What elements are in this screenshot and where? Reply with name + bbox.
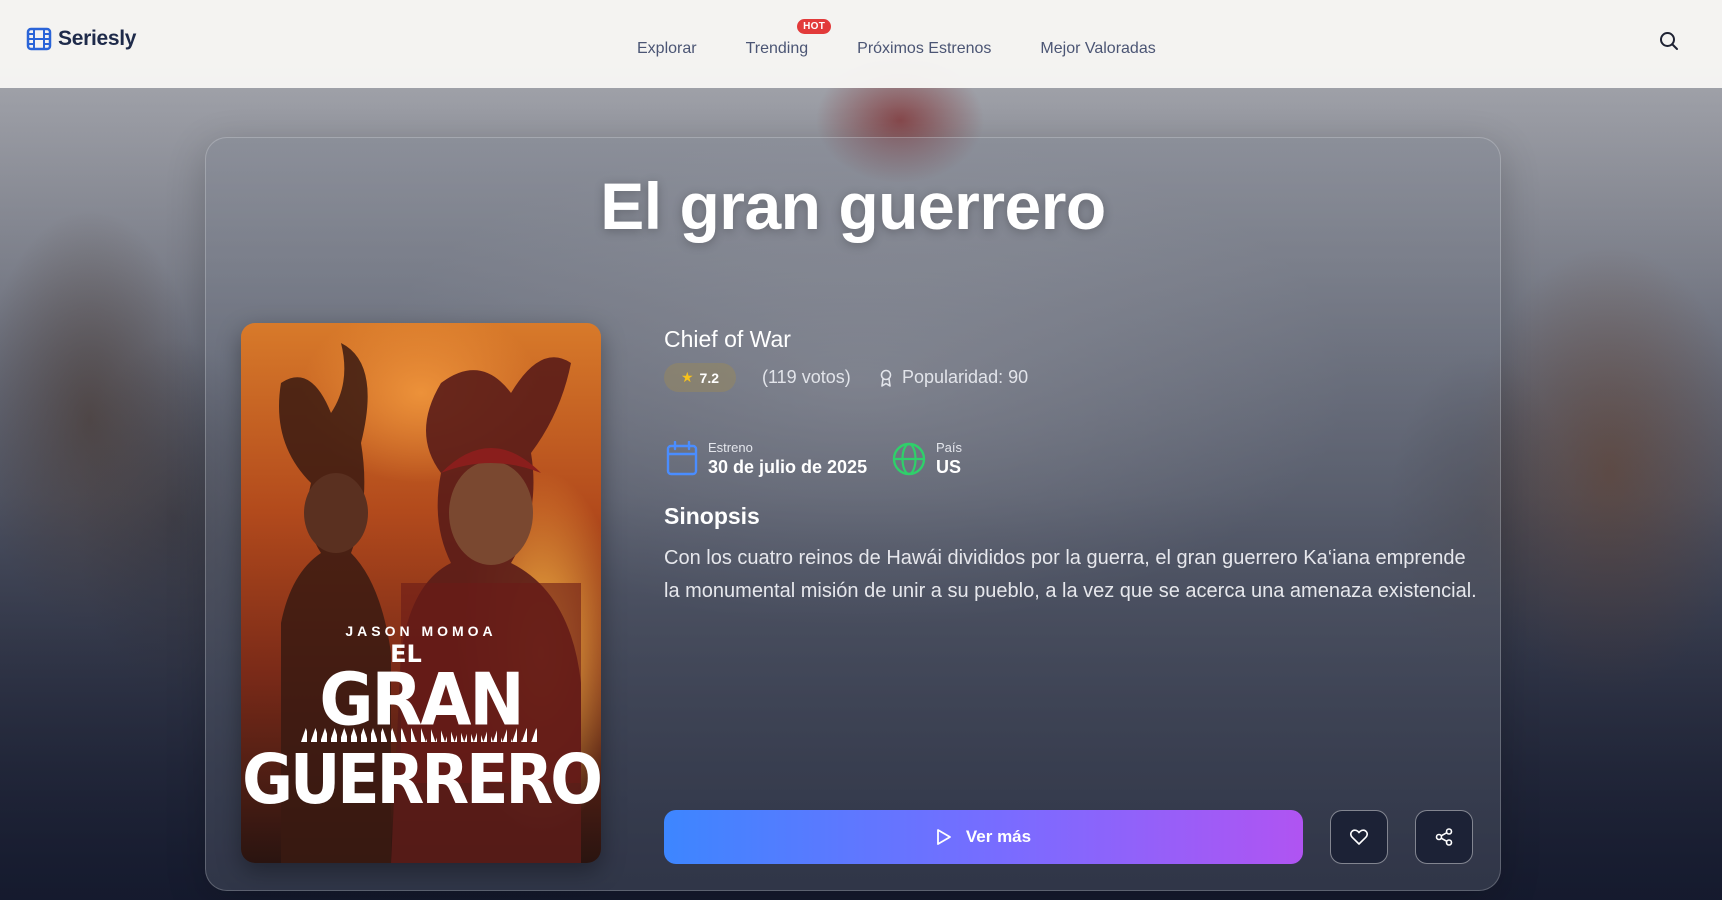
see-more-button[interactable]: Ver más [664,810,1303,864]
release-date: Estreno 30 de julio de 2025 [666,440,867,478]
release-value: 30 de julio de 2025 [708,457,868,477]
release-label: Estreno [708,440,753,455]
calendar-icon [666,441,698,476]
nav-item-proximos-estrenos[interactable]: Próximos Estrenos [857,40,991,58]
award-icon [880,369,892,387]
original-title: Chief of War [664,326,791,352]
synopsis-text: Con los cuatro reinos de Hawái divididos… [664,547,1477,602]
favorite-button[interactable] [1330,810,1388,864]
heart-icon [1350,829,1368,845]
rating-badge: ★ 7.2 [664,363,736,392]
star-icon: ★ [680,369,694,385]
poster-image: JASON MOMOA EL GRAN GUERRERO [241,323,601,863]
synopsis-heading: Sinopsis [664,503,760,529]
country-value: US [936,457,962,477]
vote-count: (119 votos) [762,367,851,387]
hot-badge: HOT [797,19,832,34]
popularity: Popularidad: 90 [878,367,1028,388]
play-icon [936,829,951,845]
country: País US [892,440,962,478]
logo[interactable]: Seriesly [26,26,136,52]
top-navbar: Seriesly Explorar Trending HOT Próximos … [0,0,1722,88]
share-button[interactable] [1415,810,1473,864]
nav-item-explorar[interactable]: Explorar [637,40,697,58]
nav-item-mejor-valoradas[interactable]: Mejor Valoradas [1040,40,1155,58]
logo-text: Seriesly [58,27,137,50]
poster-title-line3: GUERRERO [242,739,601,820]
film-icon [26,27,52,51]
nav-item-trending-label: Trending [745,40,809,57]
main-nav: Explorar Trending HOT Próximos Estrenos … [637,19,1156,58]
country-label: País [936,440,963,455]
page-title: El gran guerrero [600,169,1106,243]
rating-value: 7.2 [699,369,720,386]
popularity-text: Popularidad: 90 [902,367,1029,387]
globe-icon [892,442,926,476]
see-more-label: Ver más [965,827,1032,846]
poster-actor-name: JASON MOMOA [345,623,497,639]
search-icon[interactable] [1658,30,1680,52]
share-icon [1435,828,1453,846]
nav-item-trending[interactable]: Trending HOT [745,19,832,58]
